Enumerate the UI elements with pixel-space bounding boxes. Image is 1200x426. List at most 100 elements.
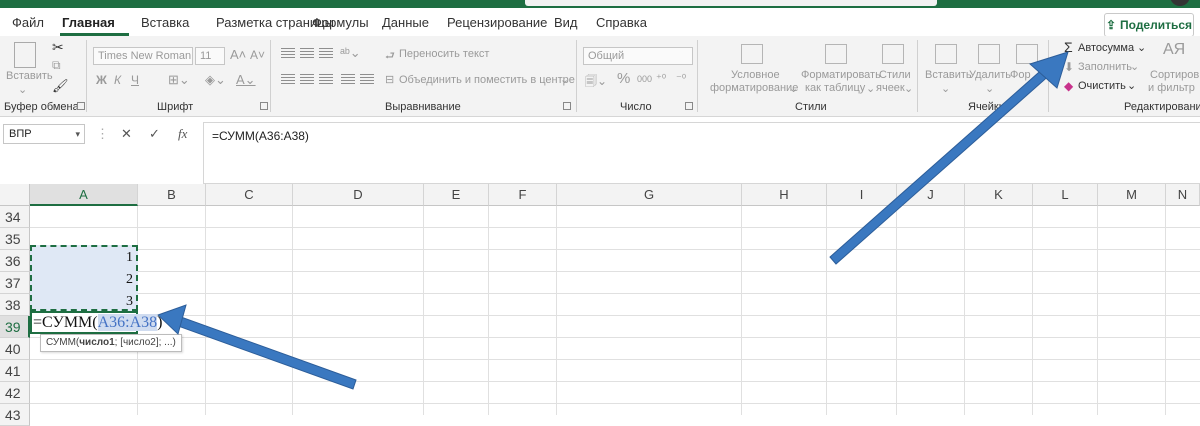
row-header[interactable]: 42 — [0, 382, 30, 404]
align-right-icon[interactable] — [319, 74, 333, 84]
borders-icon[interactable]: ⊞⌄ — [168, 72, 190, 88]
column-header[interactable]: N — [1166, 184, 1200, 206]
insert-dropdown-icon[interactable]: ⌄ — [941, 82, 950, 95]
format-table-icon[interactable] — [825, 44, 847, 64]
format-table-label-1[interactable]: Форматировать — [801, 69, 881, 81]
autosum-button[interactable]: Автосумма — [1078, 42, 1134, 54]
decrease-decimal-icon[interactable]: ⁻⁰ — [676, 72, 686, 85]
merge-dropdown-icon[interactable]: ⌄ — [560, 73, 569, 86]
align-middle-icon[interactable] — [300, 48, 314, 58]
format-cells-icon[interactable] — [1016, 44, 1038, 64]
underline-button[interactable]: Ч — [131, 73, 139, 87]
align-bottom-icon[interactable] — [319, 48, 333, 58]
orientation-icon[interactable]: ᵃᵇ⌄ — [340, 45, 361, 61]
row-header[interactable]: 41 — [0, 360, 30, 382]
merge-center-button[interactable]: Объединить и поместить в центре — [399, 74, 575, 86]
search-box[interactable] — [525, 0, 937, 6]
column-header[interactable]: L — [1033, 184, 1098, 206]
tab-insert[interactable]: Вставка — [141, 15, 189, 30]
insert-function-icon[interactable]: fx — [178, 126, 187, 142]
cell-styles-label-1[interactable]: Стили — [879, 69, 911, 81]
share-button[interactable]: ⇪ Поделиться — [1104, 13, 1194, 37]
shrink-font-icon[interactable]: A˅ — [250, 48, 265, 62]
column-header[interactable]: C — [206, 184, 293, 206]
align-center-icon[interactable] — [300, 74, 314, 84]
row-header[interactable]: 39 — [0, 316, 30, 338]
delete-dropdown-icon[interactable]: ⌄ — [985, 82, 994, 95]
clear-dropdown-icon[interactable]: ⌄ — [1127, 79, 1136, 92]
enter-icon[interactable]: ✓ — [149, 126, 160, 142]
italic-button[interactable]: К — [114, 73, 121, 87]
align-top-icon[interactable] — [281, 48, 295, 58]
tab-file[interactable]: Файл — [12, 15, 44, 30]
delete-cells-button[interactable]: Удалить — [969, 69, 1011, 81]
copy-icon[interactable]: ⧉ — [52, 58, 61, 73]
sort-filter-label-2[interactable]: и фильтр — [1148, 82, 1195, 94]
bold-button[interactable]: Ж — [96, 73, 107, 87]
format-table-label-2[interactable]: как таблицу — [805, 82, 865, 94]
wrap-text-button[interactable]: Переносить текст — [399, 48, 489, 60]
drag-handle-icon[interactable]: ⋮ — [96, 126, 109, 142]
row-header[interactable]: 43 — [0, 404, 30, 426]
format-cells-button[interactable]: Фор — [1010, 69, 1031, 81]
cell-A37[interactable]: 2 — [33, 272, 133, 288]
sort-filter-icon[interactable]: AЯ — [1163, 41, 1185, 59]
row-header[interactable]: 35 — [0, 228, 30, 250]
clear-button[interactable]: Очистить — [1078, 80, 1126, 92]
column-header[interactable]: D — [293, 184, 424, 206]
conditional-format-label-1[interactable]: Условное — [731, 69, 780, 81]
format-painter-icon[interactable]: 🖌 — [52, 78, 69, 94]
tab-review[interactable]: Рецензирование — [447, 15, 547, 30]
column-header[interactable]: E — [424, 184, 489, 206]
thousands-button[interactable]: 000 — [637, 74, 652, 84]
delete-cells-icon[interactable] — [978, 44, 1000, 64]
format-table-dropdown-icon[interactable]: ⌄ — [866, 82, 875, 95]
column-header[interactable]: K — [965, 184, 1033, 206]
paste-dropdown-icon[interactable]: ⌄ — [18, 83, 27, 96]
sort-filter-label-1[interactable]: Сортиров — [1150, 69, 1199, 81]
number-launcher-icon[interactable] — [685, 102, 693, 110]
column-header[interactable]: G — [557, 184, 742, 206]
insert-cells-icon[interactable] — [935, 44, 957, 64]
tab-help[interactable]: Справка — [596, 15, 647, 30]
tab-view[interactable]: Вид — [554, 15, 578, 30]
font-size-select[interactable]: 11 — [195, 47, 225, 65]
column-header[interactable]: M — [1098, 184, 1166, 206]
row-header[interactable]: 37 — [0, 272, 30, 294]
tab-data[interactable]: Данные — [382, 15, 429, 30]
fill-button[interactable]: Заполнить — [1078, 61, 1132, 73]
column-header[interactable]: B — [138, 184, 206, 206]
row-header[interactable]: 36 — [0, 250, 30, 272]
column-header[interactable]: I — [827, 184, 897, 206]
fill-dropdown-icon[interactable]: ⌄ — [1130, 60, 1139, 73]
column-header[interactable]: F — [489, 184, 557, 206]
decrease-indent-icon[interactable] — [341, 74, 355, 84]
row-header[interactable]: 40 — [0, 338, 30, 360]
cell-styles-dropdown-icon[interactable]: ⌄ — [904, 82, 913, 95]
column-header[interactable]: A — [30, 184, 138, 206]
autosum-dropdown-icon[interactable]: ⌄ — [1137, 41, 1146, 54]
row-header[interactable]: 38 — [0, 294, 30, 316]
avatar[interactable] — [1170, 0, 1190, 6]
percent-button[interactable]: % — [617, 70, 630, 87]
cell-A38[interactable]: 3 — [33, 294, 133, 310]
name-box[interactable]: ВПР ▾ — [3, 124, 85, 144]
clipboard-launcher-icon[interactable] — [77, 102, 85, 110]
cell-A39-editor[interactable]: =СУММ(A36:A38) — [30, 311, 162, 334]
conditional-format-label-2[interactable]: форматирование — [710, 82, 798, 94]
insert-cells-button[interactable]: Вставить — [925, 69, 972, 81]
cell-styles-label-2[interactable]: ячеек — [876, 82, 905, 94]
tab-formulas[interactable]: Формулы — [312, 15, 369, 30]
function-tooltip[interactable]: СУММ(число1; [число2]; ...) — [40, 334, 182, 352]
cell-A36[interactable]: 1 — [33, 250, 133, 266]
conditional-dropdown-icon[interactable]: ⌄ — [789, 82, 798, 95]
tab-home[interactable]: Главная — [62, 15, 115, 30]
align-left-icon[interactable] — [281, 74, 295, 84]
font-launcher-icon[interactable] — [260, 102, 268, 110]
alignment-launcher-icon[interactable] — [563, 102, 571, 110]
increase-decimal-icon[interactable]: ⁺⁰ — [656, 72, 666, 85]
column-header[interactable]: J — [897, 184, 965, 206]
chevron-down-icon[interactable]: ▾ — [75, 129, 80, 140]
paste-button[interactable]: Вставить — [6, 70, 53, 82]
increase-indent-icon[interactable] — [360, 74, 374, 84]
